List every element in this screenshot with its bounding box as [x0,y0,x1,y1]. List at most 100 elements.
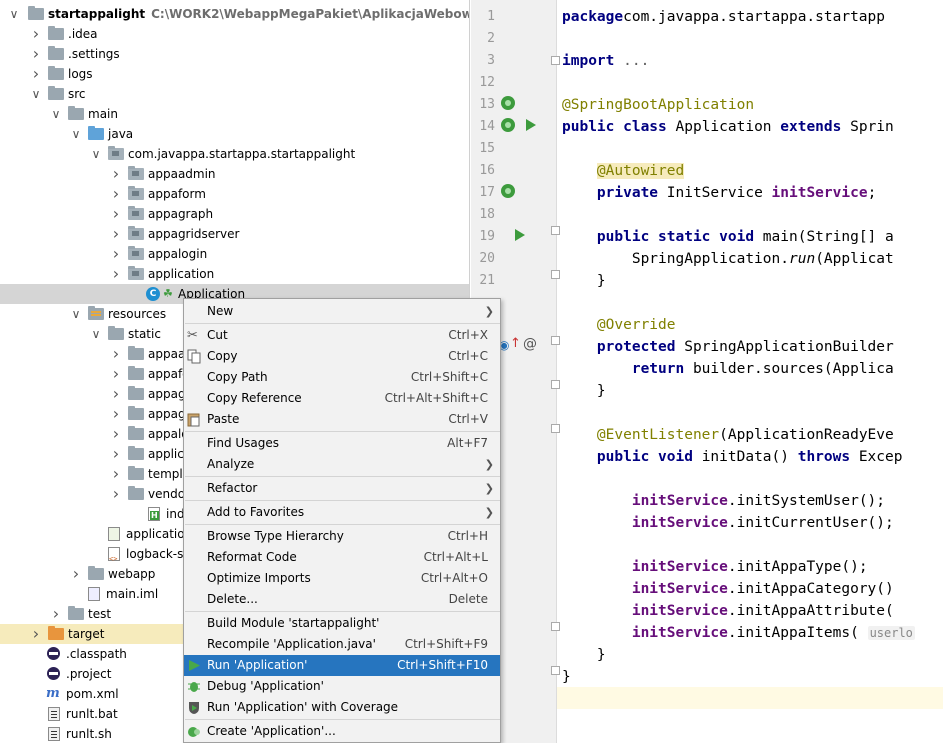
tree-row[interactable]: ∨ java [0,124,469,144]
chevron-right-icon[interactable]: › [50,604,62,624]
tree-row[interactable]: › application [0,264,469,284]
chevron-right-icon[interactable]: › [110,464,122,484]
menu-item[interactable]: Run 'Application' Ctrl+Shift+F10 [184,655,500,676]
code-line[interactable]: } [562,666,571,688]
code-line[interactable]: protected SpringApplicationBuilder [562,336,894,358]
code-line[interactable]: @Override [562,314,676,336]
fold-marker-icon[interactable] [551,666,560,675]
tree-row[interactable]: › logs [0,64,469,84]
tree-row[interactable]: › appaform [0,184,469,204]
menu-item[interactable]: Delete... Delete [184,589,500,610]
chevron-right-icon[interactable]: › [110,244,122,264]
chevron-down-icon[interactable]: ∨ [8,4,20,24]
menu-item[interactable]: Debug 'Application' [184,676,500,697]
code-line[interactable]: } [562,380,606,402]
chevron-down-icon[interactable]: ∨ [90,144,102,164]
code-line[interactable]: initService.initAppaCategory() [562,578,894,600]
chevron-right-icon[interactable]: › [30,24,42,44]
menu-item[interactable]: Reformat Code Ctrl+Alt+L [184,547,500,568]
chevron-down-icon[interactable]: ∨ [30,84,42,104]
code-line[interactable]: initService.initSystemUser(); [562,490,885,512]
menu-item[interactable]: ✂ Cut Ctrl+X [184,325,500,346]
fold-marker-icon[interactable] [551,336,560,345]
chevron-right-icon[interactable]: › [110,204,122,224]
run-gutter-icon[interactable] [515,229,525,241]
code-line[interactable]: import ... [562,50,649,72]
code-line[interactable]: return builder.sources(Applica [562,358,894,380]
chevron-right-icon[interactable]: › [70,564,82,584]
code-line[interactable]: @Autowired [562,160,685,182]
chevron-right-icon[interactable]: › [110,484,122,504]
code-line[interactable]: @EventListener(ApplicationReadyEve [562,424,894,446]
code-line[interactable]: packagecom.javappa.startappa.startapp [562,6,885,28]
code-line[interactable]: initService.initCurrentUser(); [562,512,894,534]
menu-item[interactable]: Refactor ❯ [184,478,500,499]
code-line[interactable]: initService.initAppaAttribute( [562,600,894,622]
menu-item[interactable]: Find Usages Alt+F7 [184,433,500,454]
spring-bean-icon[interactable] [501,118,515,132]
fold-marker-icon[interactable] [551,56,560,65]
fold-marker-icon[interactable] [551,424,560,433]
code-line[interactable]: initService.initAppaItems( userlo [562,622,915,644]
menu-item[interactable]: Optimize Imports Ctrl+Alt+O [184,568,500,589]
chevron-right-icon[interactable]: › [110,364,122,384]
tree-row[interactable]: ∨ main [0,104,469,124]
tree-row[interactable]: › appalogin [0,244,469,264]
run-gutter-icon[interactable] [526,119,536,131]
chevron-down-icon[interactable]: ∨ [70,304,82,324]
code-editor[interactable]: 1 2 3 12 13 14 15 16 17 18 19 20 21 ◉ ↑ @ packagecom.ja… [471,0,943,743]
menu-item[interactable]: Browse Type Hierarchy Ctrl+H [184,526,500,547]
fold-marker-icon[interactable] [551,622,560,631]
tree-row[interactable]: › appaadmin [0,164,469,184]
chevron-down-icon[interactable]: ∨ [70,124,82,144]
menu-item[interactable]: Copy Reference Ctrl+Alt+Shift+C [184,388,500,409]
fold-marker-icon[interactable] [551,270,560,279]
menu-item[interactable]: Run 'Application' with Coverage [184,697,500,718]
tree-row[interactable]: ∨ com.javappa.startappa.startappalight [0,144,469,164]
code-line[interactable]: @SpringBootApplication [562,94,754,116]
code-line[interactable]: } [562,644,606,666]
code-line[interactable]: } [562,270,606,292]
code-line[interactable]: initService.initAppaType(); [562,556,868,578]
tree-row[interactable]: ∨ src [0,84,469,104]
chevron-right-icon[interactable]: › [110,384,122,404]
menu-item[interactable]: Add to Favorites ❯ [184,502,500,523]
chevron-right-icon[interactable]: › [30,44,42,64]
code-line[interactable]: public void initData() throws Excep [562,446,903,468]
menu-item[interactable]: New ❯ [184,301,500,322]
spring-bean-icon[interactable] [501,96,515,110]
chevron-right-icon[interactable]: › [110,264,122,284]
code-line[interactable]: public class Application extends Sprin [562,116,894,138]
chevron-right-icon[interactable]: › [30,624,42,644]
code-line[interactable]: SpringApplication.run(Applicat [562,248,894,270]
chevron-right-icon[interactable]: › [110,224,122,244]
menu-item[interactable]: Recompile 'Application.java' Ctrl+Shift+F… [184,634,500,655]
fold-marker-icon[interactable] [551,226,560,235]
chevron-right-icon[interactable]: › [110,444,122,464]
event-listener-icon[interactable]: @ [523,336,537,352]
menu-item[interactable]: Create 'Application'... [184,721,500,742]
tree-row[interactable]: ∨ startappalight C:\WORK2\WebappMegaPakiet… [0,4,469,24]
menu-item[interactable]: Build Module 'startappalight' [184,613,500,634]
chevron-right-icon[interactable]: › [110,344,122,364]
menu-item[interactable]: Paste Ctrl+V [184,409,500,430]
tree-row[interactable]: › appagraph [0,204,469,224]
autowired-bean-icon[interactable] [501,184,515,198]
chevron-right-icon[interactable]: › [110,164,122,184]
implements-arrow-icon[interactable]: ↑ [510,336,524,351]
chevron-right-icon[interactable]: › [110,184,122,204]
chevron-right-icon[interactable]: › [30,64,42,84]
chevron-down-icon[interactable]: ∨ [50,104,62,124]
chevron-right-icon[interactable]: › [110,424,122,444]
code-line[interactable]: public static void main(String[] a [562,226,894,248]
fold-marker-icon[interactable] [551,380,560,389]
chevron-down-icon[interactable]: ∨ [90,324,102,344]
code-line[interactable]: private InitService initService; [562,182,876,204]
chevron-right-icon[interactable]: › [110,404,122,424]
menu-item[interactable]: Analyze ❯ [184,454,500,475]
menu-item[interactable]: Copy Ctrl+C [184,346,500,367]
menu-item[interactable]: Copy Path Ctrl+Shift+C [184,367,500,388]
tree-row[interactable]: › appagridserver [0,224,469,244]
tree-row[interactable]: › .settings [0,44,469,64]
tree-row[interactable]: › .idea [0,24,469,44]
